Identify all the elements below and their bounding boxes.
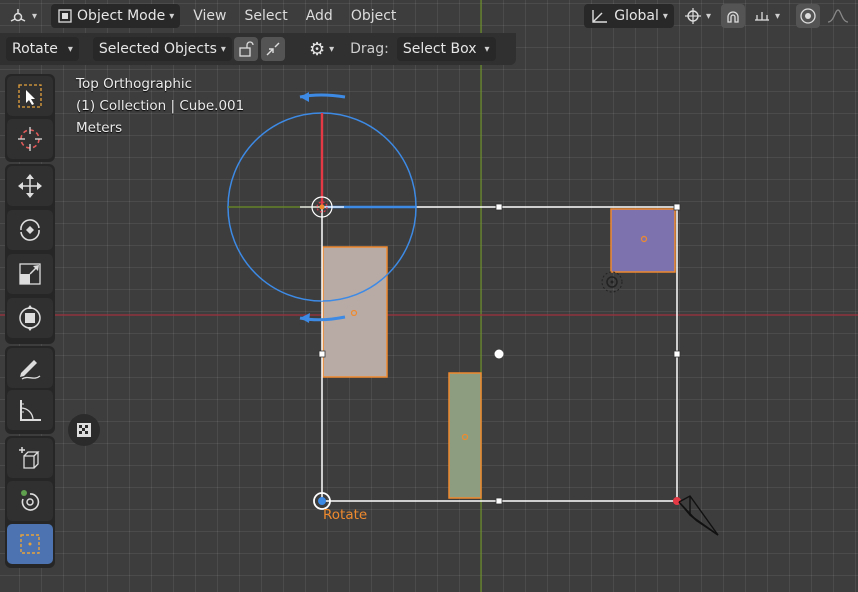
- shrink-arrows-icon: [266, 42, 280, 56]
- gizmo-operation-label: Rotate: [323, 507, 368, 523]
- light-icon[interactable]: [601, 271, 623, 293]
- pivot-icon: [684, 8, 701, 24]
- mode-label: Object Mode: [77, 8, 166, 24]
- affect-label: Selected Objects: [98, 41, 217, 57]
- box-select-origins-icon: [20, 534, 40, 554]
- cube-pink[interactable]: [322, 246, 388, 378]
- units-label: Meters: [76, 120, 123, 136]
- tool-measure[interactable]: [7, 390, 53, 430]
- viewport-editor-icon: [10, 9, 26, 22]
- active-tool-label: Rotate: [12, 41, 58, 57]
- snap-toggle[interactable]: [720, 4, 745, 28]
- proportional-edit-icon: [800, 8, 816, 24]
- rotate-gizmo[interactable]: [227, 92, 417, 323]
- affect-only-locations-toggle[interactable]: [260, 37, 285, 61]
- chevron-down-icon: ▾: [774, 10, 780, 22]
- chevron-down-icon: ▾: [67, 43, 73, 55]
- magnet-icon: [727, 11, 739, 23]
- scale-icon: [19, 263, 41, 285]
- lock-open-icon: [239, 41, 254, 57]
- pencil-icon: [20, 360, 41, 380]
- options-dropdown[interactable]: ⚙ ▾: [303, 37, 340, 61]
- pivot-point-dropdown[interactable]: ▾: [678, 4, 717, 28]
- orientation-dropdown[interactable]: Global ▾: [584, 4, 674, 28]
- cube-purple[interactable]: [610, 208, 676, 273]
- tool-rotate[interactable]: [7, 210, 53, 250]
- tool-move[interactable]: [7, 166, 53, 206]
- chevron-down-icon: ▾: [169, 10, 175, 22]
- chevron-down-icon: ▾: [32, 10, 38, 22]
- view-name: Top Orthographic: [76, 76, 193, 92]
- transform-icon: [19, 305, 41, 331]
- falloff-curve-icon: [827, 9, 849, 23]
- checker-icon: [77, 423, 91, 437]
- snap-increment-icon: [754, 12, 769, 21]
- drag-dropdown[interactable]: Select Box ▾: [396, 37, 496, 61]
- menu-object[interactable]: Object: [342, 8, 406, 24]
- camera-icon[interactable]: [678, 495, 719, 536]
- tool-select-box[interactable]: [7, 76, 53, 116]
- rotate-icon: [20, 219, 40, 241]
- orientation-label: Global: [614, 8, 659, 24]
- snap-target-dropdown[interactable]: ▾: [747, 4, 786, 28]
- collection-info: (1) Collection | Cube.001: [76, 98, 245, 114]
- tool-spin[interactable]: [7, 481, 53, 521]
- tool-transform[interactable]: [7, 298, 53, 338]
- add-cube-icon: [19, 447, 40, 469]
- select-box-icon: [18, 84, 42, 108]
- mode-dropdown[interactable]: Object Mode ▾: [51, 4, 181, 28]
- editor-type-button[interactable]: ▾: [2, 4, 43, 28]
- falloff-dropdown[interactable]: [820, 4, 856, 28]
- pivot-point-core: [318, 497, 326, 505]
- affect-dropdown[interactable]: Selected Objects ▾: [92, 37, 232, 61]
- tool-annotate[interactable]: [7, 348, 53, 388]
- object-mode-icon: [58, 9, 72, 23]
- header-menu: View Select Add Object: [184, 8, 405, 24]
- chevron-down-icon: ▾: [705, 10, 711, 22]
- drag-label: Drag:: [350, 41, 389, 57]
- cube-green[interactable]: [448, 372, 482, 499]
- drag-value: Select Box: [402, 41, 477, 57]
- camera-view-button[interactable]: [68, 414, 100, 446]
- center-pivot-dot[interactable]: [494, 349, 504, 359]
- gear-icon: ⚙: [308, 38, 326, 60]
- header-bar: ▾ Object Mode ▾ View Select Add Object G…: [0, 0, 858, 32]
- transform-orientation-icon: [592, 10, 608, 23]
- menu-select[interactable]: Select: [236, 8, 297, 24]
- tool-add-cube[interactable]: [7, 438, 53, 478]
- active-tool-dropdown[interactable]: Rotate ▾: [6, 37, 79, 61]
- chevron-down-icon: ▾: [329, 43, 335, 55]
- tool-scale[interactable]: [7, 254, 53, 294]
- tool-settings-bar: Rotate ▾ Selected Objects ▾ ⚙ ▾ Drag: Se…: [0, 33, 516, 65]
- chevron-down-icon: ▾: [662, 10, 668, 22]
- cursor-icon: [18, 127, 42, 151]
- chevron-down-icon: ▾: [484, 43, 490, 55]
- proportional-edit-toggle[interactable]: [796, 4, 820, 28]
- menu-view[interactable]: View: [184, 8, 235, 24]
- menu-add[interactable]: Add: [297, 8, 342, 24]
- measure-icon: [20, 400, 41, 421]
- tool-cursor[interactable]: [7, 119, 53, 159]
- affect-only-origins-toggle[interactable]: [233, 37, 258, 61]
- chevron-down-icon: ▾: [220, 43, 226, 55]
- move-icon: [18, 174, 42, 198]
- tool-active-custom[interactable]: [7, 524, 53, 564]
- spin-icon: [21, 490, 40, 511]
